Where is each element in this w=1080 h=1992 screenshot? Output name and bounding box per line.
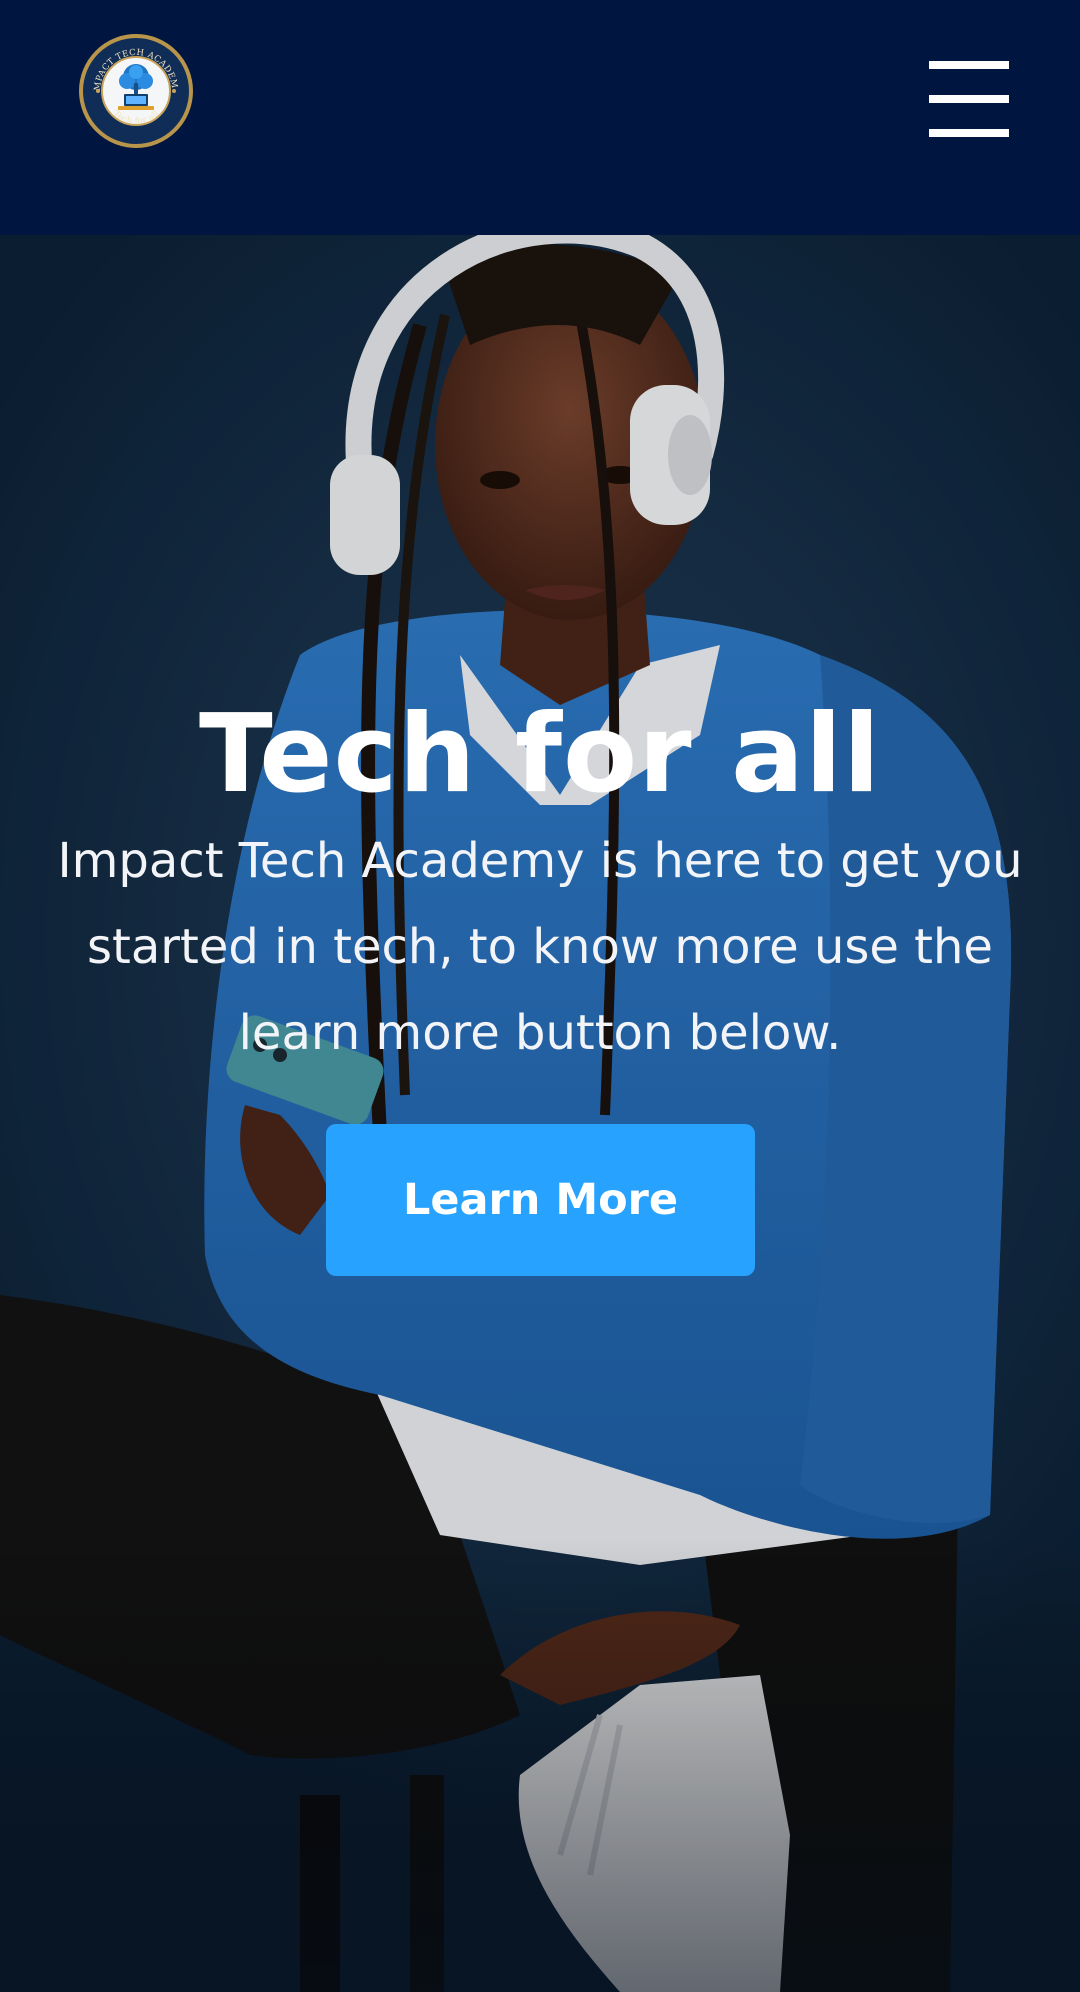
hamburger-menu-icon[interactable] xyxy=(925,55,1013,143)
tree-laptop-logo-icon: IMPACT TECH ACADEMY Tech for all xyxy=(84,39,186,141)
page: IMPACT TECH ACADEMY Tech for all xyxy=(0,0,1080,1992)
hero-description: Impact Tech Academy is here to get you s… xyxy=(57,833,1023,1061)
hero-title: Tech for all xyxy=(198,692,882,817)
menu-bar-bottom xyxy=(929,129,1009,137)
hero-section: Tech for all Impact Tech Academy is here… xyxy=(0,235,1080,1992)
menu-bar-top xyxy=(929,61,1009,69)
site-header: IMPACT TECH ACADEMY Tech for all xyxy=(0,0,1080,235)
menu-bar-middle xyxy=(929,95,1009,103)
hero-overlay xyxy=(0,235,1080,1992)
learn-more-button[interactable]: Learn More xyxy=(326,1124,755,1276)
academy-logo[interactable]: IMPACT TECH ACADEMY Tech for all xyxy=(79,34,193,148)
